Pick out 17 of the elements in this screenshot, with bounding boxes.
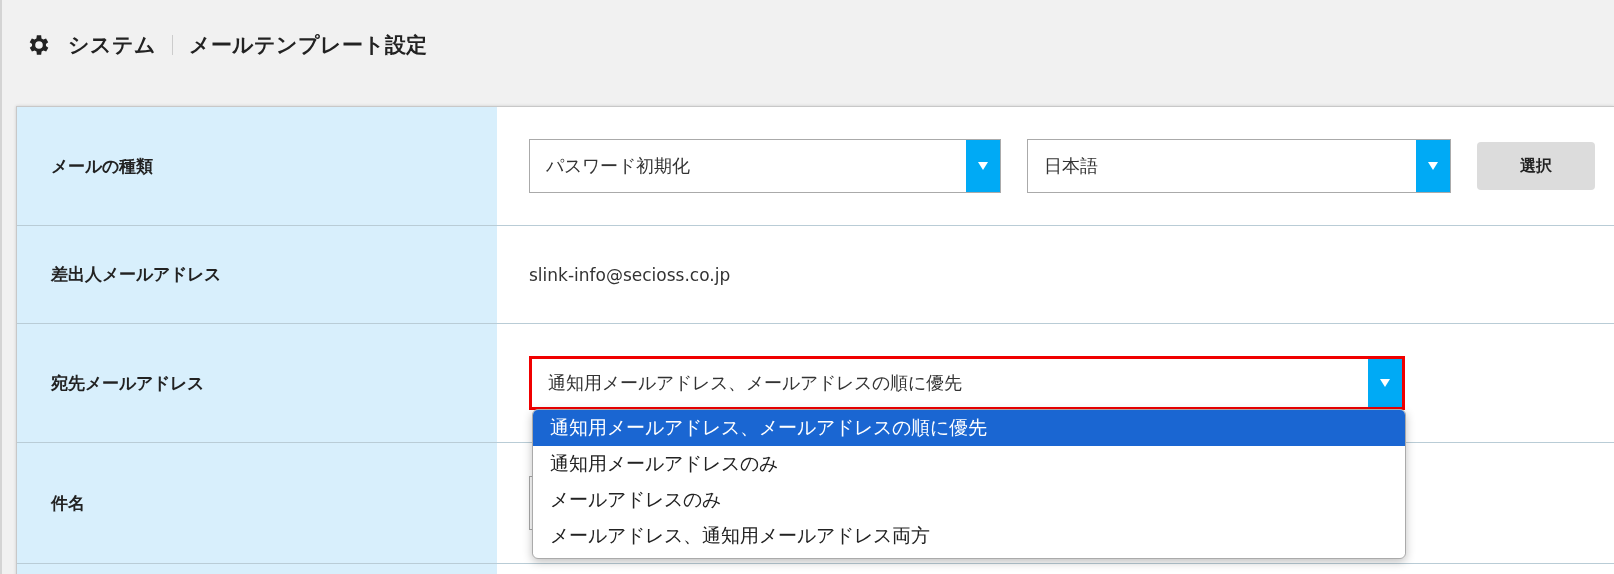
field-label: メールの種類 <box>51 154 153 178</box>
caret-icon <box>1428 162 1438 170</box>
field-label: 差出人メールアドレス <box>51 263 221 286</box>
dropdown-option[interactable]: 通知用メールアドレスのみ <box>533 446 1405 482</box>
dropdown-option[interactable]: メールアドレス、通知用メールアドレス両方 <box>533 518 1405 554</box>
select-field[interactable]: 日本語 <box>1027 139 1451 193</box>
breadcrumb-item: システム <box>68 32 156 59</box>
breadcrumb-item: メールテンプレート設定 <box>189 32 427 59</box>
caret-icon <box>978 162 988 170</box>
select-button[interactable]: 選択 <box>1477 142 1595 190</box>
field-label: 宛先メールアドレス <box>51 371 204 395</box>
caret-icon <box>1380 379 1390 387</box>
select-field[interactable]: パスワード初期化 <box>529 139 1001 193</box>
field-value: slink-info@secioss.co.jp <box>529 264 731 285</box>
dropdown-option[interactable]: 通知用メールアドレス、メールアドレスの順に優先 <box>533 410 1405 446</box>
dropdown-option[interactable]: メールアドレスのみ <box>533 482 1405 518</box>
field-label: 件名 <box>51 491 85 515</box>
